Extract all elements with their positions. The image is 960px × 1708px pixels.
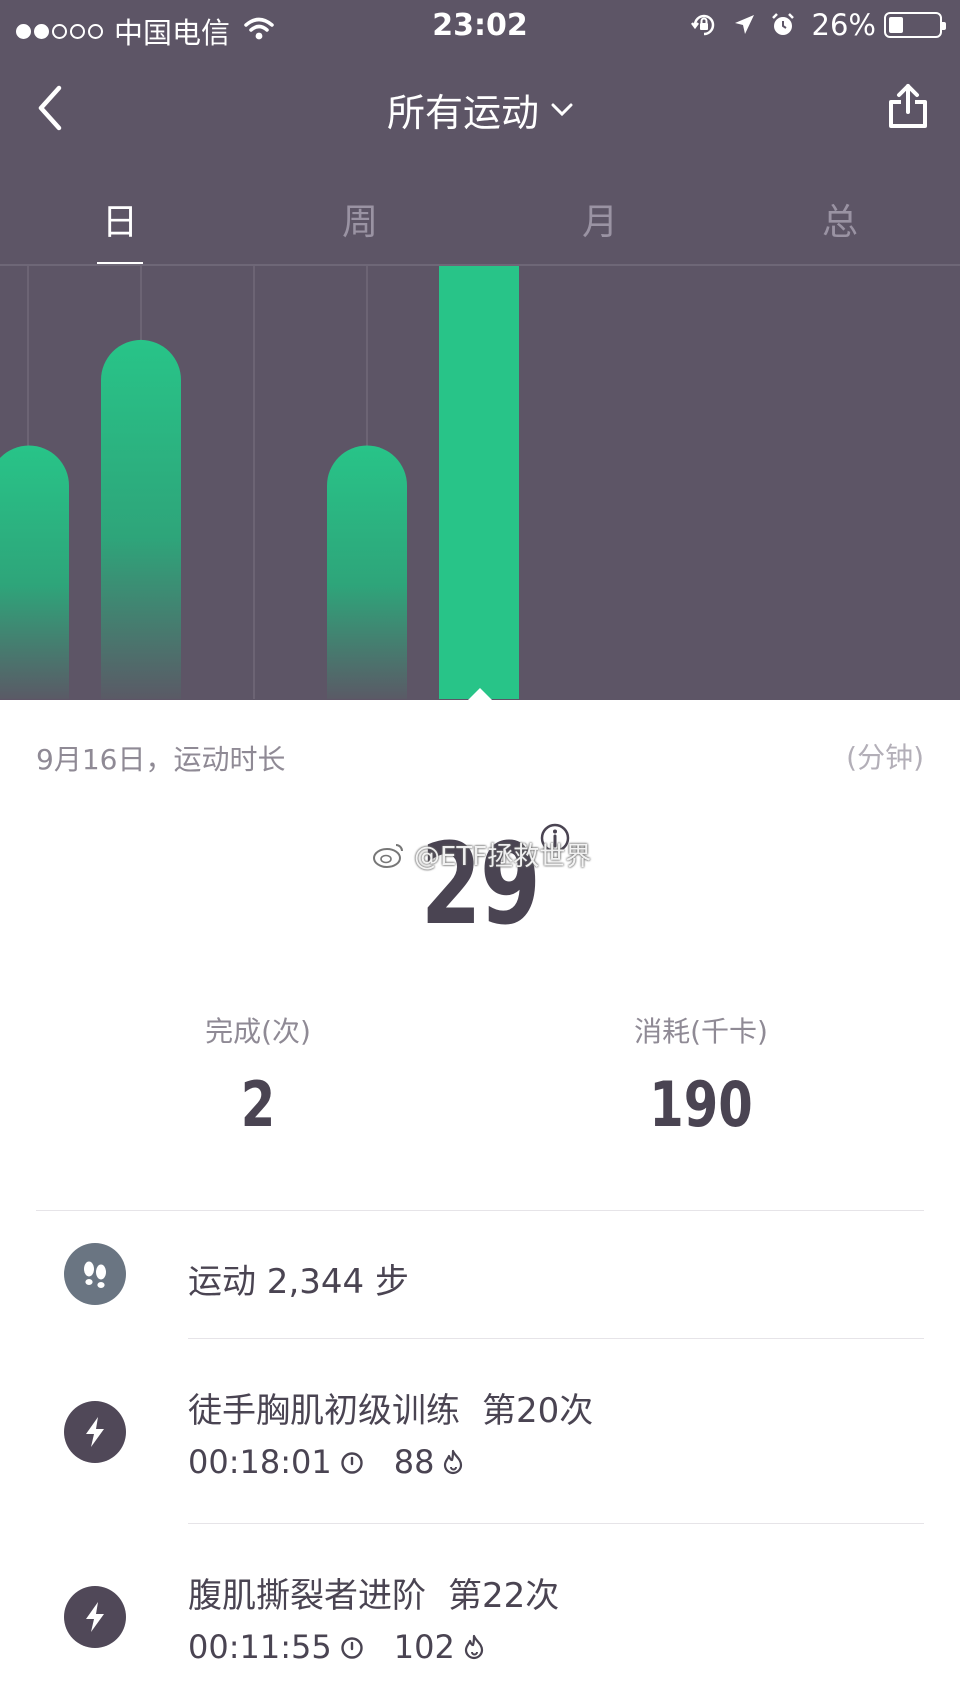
location-arrow-icon [732, 13, 756, 37]
tab-week[interactable]: 周 [240, 175, 480, 265]
share-button[interactable] [886, 78, 930, 134]
workout-name: 徒手胸肌初级训练 [188, 1391, 460, 1431]
tab-total[interactable]: 总 [720, 175, 960, 265]
list-item-workout[interactable]: 腹肌撕裂者进阶 第22次 00:11:55 102 [0, 1524, 960, 1708]
alarm-icon [770, 12, 796, 38]
lightning-icon [64, 1401, 126, 1463]
sport-type-selector[interactable]: 所有运动 [0, 82, 960, 137]
watermark: @ETF拯救世界 [372, 836, 591, 873]
workout-name: 腹肌撕裂者进阶 [188, 1576, 426, 1616]
steps-text: 运动 2,344 步 [188, 1262, 409, 1302]
chart-bar[interactable] [327, 445, 407, 699]
workout-duration: 00:18:01 [188, 1443, 332, 1481]
chart-bar[interactable] [0, 445, 69, 699]
period-tabs: 日 周 月 总 [0, 175, 960, 265]
stopwatch-icon [340, 1449, 364, 1475]
date-duration-label: 9月16日，运动时长 [36, 743, 286, 776]
completed-value: 2 [240, 1068, 276, 1141]
summary-divider [36, 1210, 924, 1211]
tab-month[interactable]: 月 [480, 175, 720, 265]
battery-icon [884, 12, 946, 38]
chart-bar[interactable] [101, 339, 181, 699]
status-bar: 中国电信 23:02 26% [0, 0, 960, 54]
footprints-icon [64, 1243, 126, 1305]
selected-bar-indicator [468, 688, 492, 700]
workout-calories: 102 [393, 1628, 455, 1666]
weibo-logo-icon [373, 843, 403, 868]
page-title: 所有运动 [386, 91, 539, 135]
workout-count: 第22次 [448, 1576, 560, 1616]
calories-value: 190 [649, 1068, 753, 1141]
flame-icon [442, 1449, 464, 1475]
watermark-text: @ETF拯救世界 [414, 842, 592, 872]
chart-bar-selected[interactable] [439, 266, 519, 699]
calories-stat: 消耗(千卡) 190 [551, 1010, 851, 1141]
battery-percentage: 26% [811, 8, 876, 42]
list-item-workout[interactable]: 徒手胸肌初级训练 第20次 00:18:01 88 [0, 1339, 960, 1523]
stopwatch-icon [340, 1634, 364, 1660]
share-icon [889, 84, 927, 128]
tab-day[interactable]: 日 [0, 175, 240, 265]
nav-bar: 所有运动 [0, 54, 960, 160]
completed-stat: 完成(次) 2 [108, 1010, 408, 1141]
lightning-icon [64, 1586, 126, 1648]
workout-count: 第20次 [482, 1391, 594, 1431]
completed-label: 完成(次) [205, 1015, 311, 1048]
flame-icon [463, 1634, 485, 1660]
duration-chart[interactable] [0, 266, 960, 699]
workout-calories: 88 [393, 1443, 435, 1481]
calories-label: 消耗(千卡) [634, 1015, 768, 1048]
workout-duration: 00:11:55 [188, 1628, 332, 1666]
rotation-lock-icon [690, 11, 718, 39]
list-item-steps[interactable]: 运动 2,344 步 [0, 1212, 960, 1337]
chevron-down-icon [551, 103, 573, 117]
unit-label: (分钟) [846, 741, 924, 774]
header-panel: 中国电信 23:02 26% 所有运动 日 周 月 总 [0, 0, 960, 700]
